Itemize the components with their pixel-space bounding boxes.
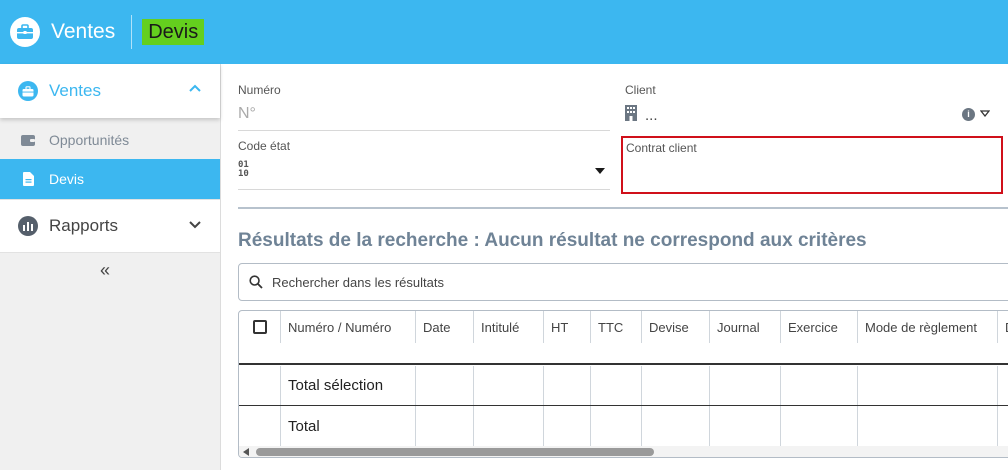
table-cell — [641, 366, 709, 405]
table-cell — [473, 406, 543, 446]
table-cell — [473, 366, 543, 405]
sidebar-item-opportunites[interactable]: Opportunités — [0, 120, 220, 160]
table-row-empty — [239, 343, 1008, 365]
column-header-date[interactable]: Date — [415, 311, 473, 343]
results-search-input[interactable] — [272, 274, 872, 290]
column-header-ht[interactable]: HT — [543, 311, 590, 343]
dropdown-arrow-icon[interactable] — [595, 168, 605, 175]
table-row-total-selection: Total sélection — [239, 366, 1008, 406]
table-cell — [997, 366, 1008, 405]
info-icon[interactable]: i — [962, 108, 975, 121]
header-separator — [131, 15, 133, 49]
table-cell — [543, 406, 590, 446]
wallet-icon — [21, 133, 35, 147]
table-cell — [590, 406, 641, 446]
table-cell — [857, 366, 997, 405]
code-etat-field[interactable]: Code état 01 10 — [238, 139, 610, 190]
table-cell — [239, 406, 280, 446]
total-label: Total — [280, 406, 415, 446]
column-header-devise[interactable]: Devise — [641, 311, 709, 343]
scrollbar-thumb[interactable] — [256, 448, 654, 456]
column-header-ttc[interactable]: TTC — [590, 311, 641, 343]
sidebar-section-ventes[interactable]: Ventes — [0, 64, 220, 118]
column-header-journal[interactable]: Journal — [709, 311, 780, 343]
column-header-mode-reglement[interactable]: Mode de règlement — [857, 311, 997, 343]
table-cell — [543, 366, 590, 405]
table-cell — [709, 366, 780, 405]
numero-field[interactable]: Numéro N° — [238, 83, 610, 131]
search-icon — [249, 275, 263, 289]
sidebar-item-label: Opportunités — [49, 132, 130, 148]
table-cell — [857, 406, 997, 446]
column-header-exercice[interactable]: Exercice — [780, 311, 857, 343]
table-header-row: Numéro / Numéro Date Intitulé HT TTC Dev… — [239, 311, 1008, 343]
total-selection-label: Total sélection — [280, 366, 415, 405]
module-title: Devis — [142, 19, 205, 45]
table-cell — [709, 406, 780, 446]
binary-code-icon: 01 10 — [238, 161, 249, 179]
top-bar: Ventes Devis — [0, 0, 1008, 64]
client-label: Client — [625, 83, 656, 97]
contrat-client-label: Contrat client — [626, 141, 697, 155]
column-header-numero[interactable]: Numéro / Numéro — [280, 311, 415, 343]
table-cell — [590, 366, 641, 405]
horizontal-scrollbar[interactable] — [239, 446, 1008, 457]
column-header-truncated[interactable]: D — [997, 311, 1008, 343]
sidebar-item-label: Devis — [49, 171, 85, 187]
client-field[interactable]: Client ... i — [625, 83, 997, 131]
section-divider — [238, 207, 1008, 209]
table-cell — [415, 406, 473, 446]
sidebar-section-label: Rapports — [49, 216, 118, 235]
sidebar: Ventes Opportunités Devis Rapports « — [0, 64, 221, 470]
sidebar-section-label: Ventes — [49, 81, 101, 100]
table-cell — [780, 406, 857, 446]
client-value: ... — [645, 107, 658, 124]
briefcase-icon — [18, 81, 38, 101]
chevron-down-icon[interactable] — [188, 217, 202, 231]
results-title: Résultats de la recherche : Aucun résult… — [238, 230, 867, 251]
column-header-intitule[interactable]: Intitulé — [473, 311, 543, 343]
binary-code-icon-bottom: 10 — [238, 169, 249, 179]
sidebar-item-devis[interactable]: Devis — [0, 159, 220, 199]
numero-label: Numéro — [238, 83, 281, 97]
table-cell — [415, 366, 473, 405]
collapse-sidebar-button[interactable]: « — [100, 260, 110, 281]
results-search-box[interactable] — [238, 263, 1008, 301]
table-cell — [641, 406, 709, 446]
scroll-left-arrow-icon[interactable] — [243, 448, 249, 456]
code-etat-label: Code état — [238, 139, 291, 153]
table-cell — [239, 366, 280, 405]
briefcase-icon[interactable] — [10, 17, 40, 47]
app-title[interactable]: Ventes — [51, 20, 115, 44]
bar-chart-icon — [18, 216, 38, 236]
results-table: Numéro / Numéro Date Intitulé HT TTC Dev… — [238, 310, 1008, 458]
document-icon — [21, 172, 35, 186]
select-all-checkbox-cell[interactable] — [239, 311, 280, 343]
numero-input[interactable]: N° — [238, 105, 256, 123]
dropdown-arrow-icon[interactable] — [980, 110, 990, 117]
building-icon — [625, 105, 637, 121]
sidebar-section-rapports[interactable]: Rapports — [0, 199, 220, 253]
table-cell — [780, 366, 857, 405]
table-cell — [239, 343, 280, 363]
table-row-total: Total — [239, 406, 1008, 446]
chevron-up-icon[interactable] — [188, 81, 202, 95]
contrat-client-field[interactable]: Contrat client — [621, 136, 1003, 194]
select-all-checkbox[interactable] — [252, 320, 267, 334]
table-cell — [997, 406, 1008, 446]
